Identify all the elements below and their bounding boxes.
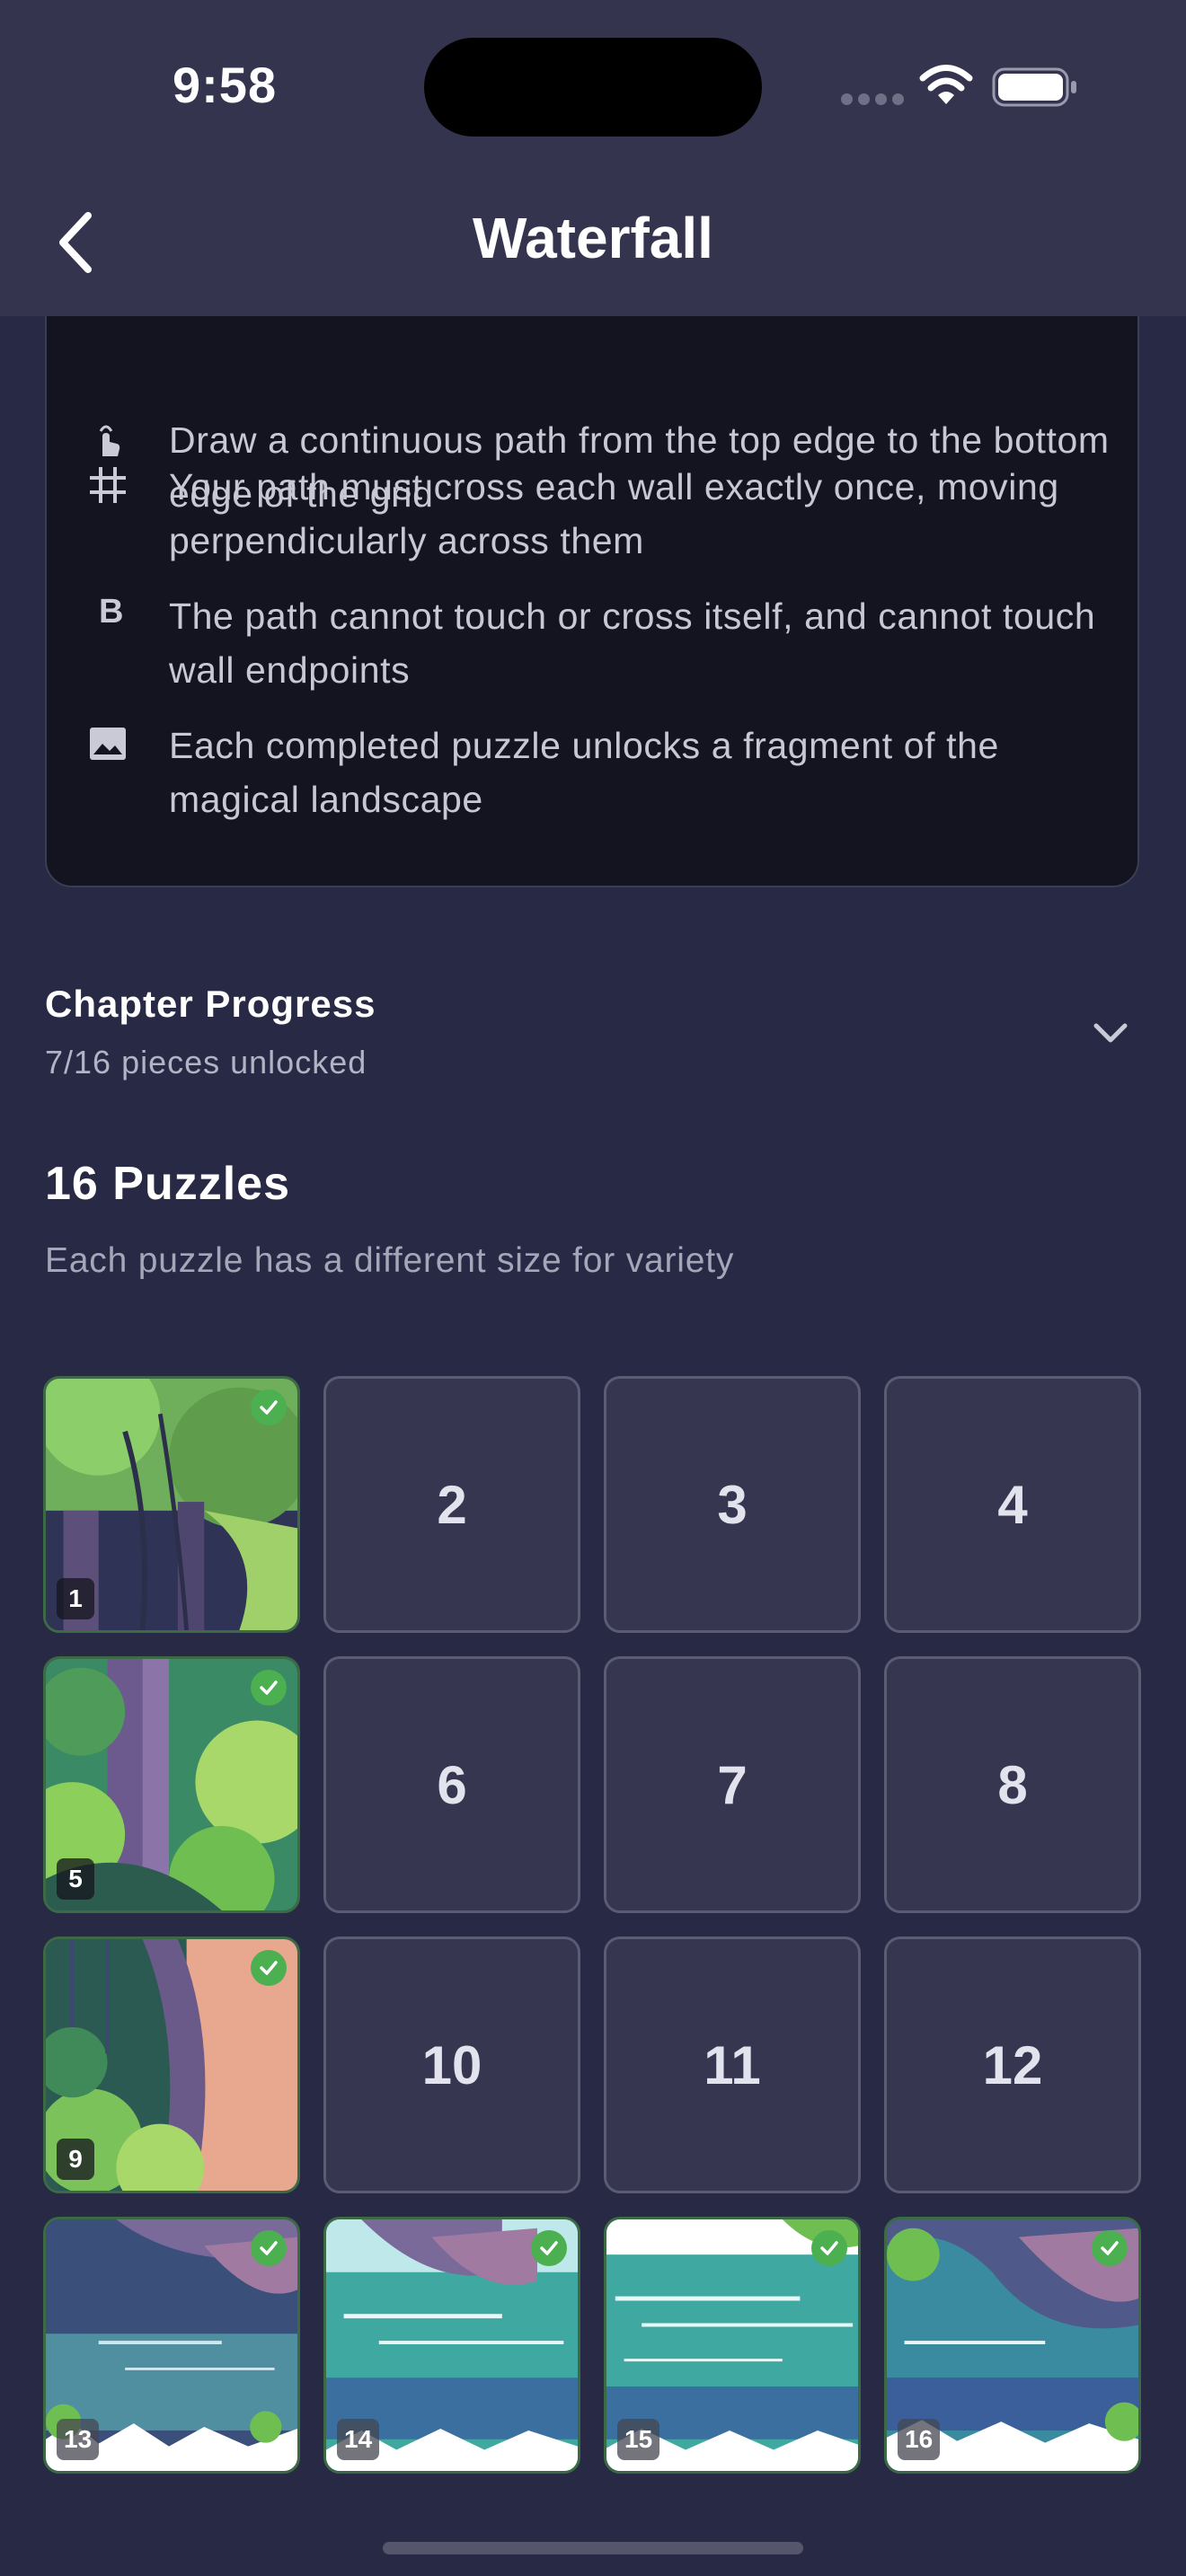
puzzle-number: 2 [437,1474,467,1535]
puzzle-number: 6 [437,1754,467,1815]
puzzles-subtitle: Each puzzle has a different size for var… [45,1241,735,1280]
puzzles-title: 16 Puzzles [45,1158,291,1210]
rule-text: The path cannot touch or cross itself, a… [169,595,1096,691]
puzzle-number: 8 [997,1754,1028,1815]
checkmark-icon [1092,2230,1128,2266]
puzzle-tile[interactable]: 5 [43,1656,300,1913]
puzzle-tile[interactable]: 11 [604,1936,861,2193]
image-icon [90,728,126,760]
puzzle-tile[interactable]: 9 [43,1936,300,2193]
checkmark-icon [251,1389,287,1425]
grid-icon [90,467,126,503]
puzzle-tile[interactable]: 14 [323,2217,580,2474]
battery-icon [992,67,1076,107]
puzzle-tile[interactable]: 16 [884,2217,1141,2474]
puzzle-number: 7 [717,1754,748,1815]
status-time: 9:58 [173,57,278,113]
page-title: Waterfall [473,206,713,270]
checkmark-icon [251,1950,287,1986]
puzzle-number-badge: 15 [617,2419,660,2460]
checkmark-icon [251,2230,287,2266]
puzzle-tile[interactable]: 3 [604,1376,861,1633]
letter-b-icon: B [99,593,124,631]
progress-title: Chapter Progress [45,983,376,1025]
puzzle-number: 4 [997,1474,1028,1535]
puzzle-number-badge: 16 [898,2419,941,2460]
puzzle-number-badge: 13 [57,2419,100,2460]
puzzle-tile[interactable]: 7 [604,1656,861,1913]
puzzle-tile[interactable]: 4 [884,1376,1141,1633]
wifi-icon [919,65,973,104]
puzzle-number-badge: 14 [337,2419,380,2460]
puzzle-number-badge: 9 [57,2139,94,2180]
puzzle-tile[interactable]: 13 [43,2217,300,2474]
puzzle-number: 11 [704,2034,761,2095]
rules-card: Draw a continuous path from the top edge… [45,251,1139,887]
puzzle-number: 10 [421,2034,482,2095]
puzzle-number: 3 [717,1474,748,1535]
home-indicator [383,2542,803,2554]
progress-subtitle: 7/16 pieces unlocked [45,1044,367,1081]
puzzle-tile[interactable]: 1 [43,1376,300,1633]
rule-text: Each completed puzzle unlocks a fragment… [169,725,999,820]
checkmark-icon [531,2230,567,2266]
checkmark-icon [251,1670,287,1706]
puzzle-number: 12 [982,2034,1043,2095]
puzzle-tile[interactable]: 6 [323,1656,580,1913]
rule-text: Your path must cross each wall exactly o… [169,466,1059,561]
tap-icon [99,425,120,456]
puzzle-number-badge: 5 [57,1858,94,1900]
puzzle-tile[interactable]: 2 [323,1376,580,1633]
puzzle-tile[interactable]: 10 [323,1936,580,2193]
puzzle-tile[interactable]: 12 [884,1936,1141,2193]
cellular-signal-icon [841,93,909,110]
chevron-down-icon[interactable] [1089,1015,1132,1051]
puzzle-tile[interactable]: 8 [884,1656,1141,1913]
top-bar: 9:58 Waterfall [0,0,1186,316]
puzzle-number-badge: 1 [57,1578,94,1619]
checkmark-icon [811,2230,847,2266]
puzzle-tile[interactable]: 15 [604,2217,861,2474]
dynamic-island [424,38,762,137]
